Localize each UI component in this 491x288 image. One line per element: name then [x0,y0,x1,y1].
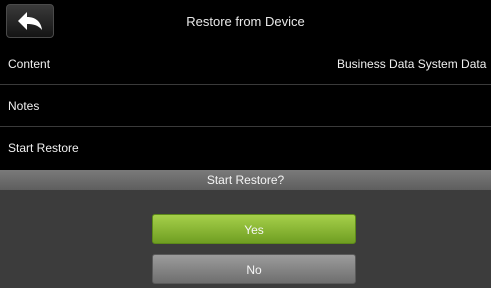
content-value: Business Data System Data [337,57,487,71]
page-title: Restore from Device [186,14,305,29]
dialog-title: Start Restore? [0,170,491,190]
start-restore-label: Start Restore [8,141,79,155]
no-button[interactable]: No [152,254,356,284]
notes-row[interactable]: Notes [0,85,491,127]
top-bar: Restore from Device [0,0,491,44]
confirm-dialog: Start Restore? Yes No [0,170,491,288]
notes-label: Notes [8,99,40,113]
content-label: Content [8,57,51,71]
yes-button[interactable]: Yes [152,214,356,244]
content-row[interactable]: Content Business Data System Data [0,43,491,85]
start-restore-row[interactable]: Start Restore [0,127,491,169]
